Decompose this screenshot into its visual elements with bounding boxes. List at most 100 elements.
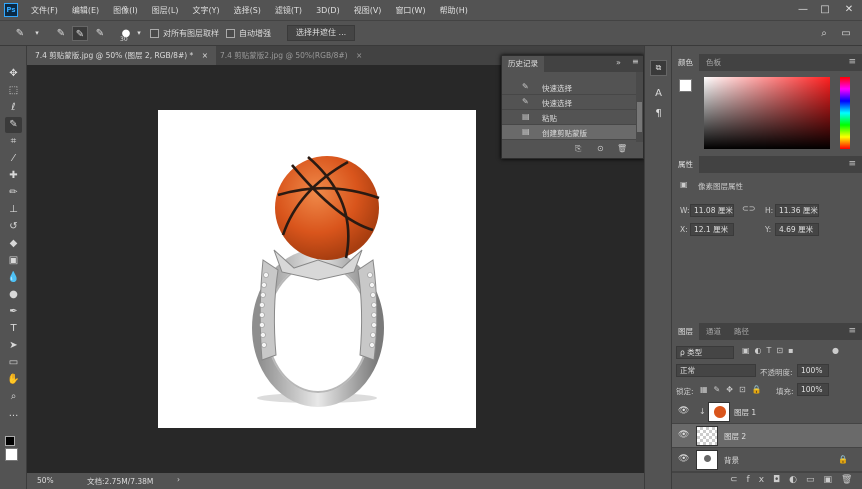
menu-help[interactable]: 帮助(H) [433, 5, 475, 16]
fill-field[interactable]: 100% [797, 383, 829, 396]
x-field[interactable]: 12.1 厘米 [690, 223, 734, 236]
snapshot-camera-icon[interactable]: ⊙ [597, 144, 604, 153]
menu-file[interactable]: 文件(F) [24, 5, 65, 16]
lock-icons[interactable]: ▦✎✥⊡🔒 [700, 385, 768, 394]
panel-menu-icon[interactable]: ≡ [848, 156, 856, 173]
paragraph-panel-icon[interactable]: ¶ [650, 108, 667, 124]
tab-document-2[interactable]: 7.4 剪贴蒙版2.jpg @ 50%(RGB/8#) × [212, 46, 370, 65]
menu-layer[interactable]: 图层(L) [145, 5, 186, 16]
blur-tool-icon[interactable]: 💧 [5, 270, 22, 286]
zoom-tool-icon[interactable]: ⌕ [5, 389, 22, 405]
menu-image[interactable]: 图像(I) [106, 5, 145, 16]
width-field[interactable]: 11.08 厘米 [690, 204, 734, 217]
filter-toggle-icon[interactable]: ● [832, 346, 839, 355]
tab-color[interactable]: 颜色 [672, 54, 699, 71]
foreground-color-swatch[interactable] [679, 79, 692, 92]
gradient-tool-icon[interactable]: ▣ [5, 253, 22, 269]
dodge-tool-icon[interactable]: ● [5, 287, 22, 303]
marquee-tool-icon[interactable]: ⬚ [5, 83, 22, 99]
layer-row[interactable]: 👁 ↓ 图层 1 [672, 400, 862, 424]
eyedropper-tool-icon[interactable]: ⁄ [5, 151, 22, 167]
history-panel-title[interactable]: 历史记录 [502, 56, 544, 72]
maximize-button[interactable]: □ [814, 0, 836, 20]
visibility-eye-icon[interactable]: 👁 [678, 454, 689, 464]
hue-slider[interactable] [840, 77, 850, 149]
history-item[interactable]: ✎ 快速选择 [502, 80, 636, 95]
panel-menu-icon[interactable]: ≡ [848, 323, 856, 340]
brush-size-dropdown-icon[interactable]: ▾ [131, 26, 147, 41]
eraser-tool-icon[interactable]: ◆ [5, 236, 22, 252]
filter-icons[interactable]: ▣◐T⊡▪ [742, 346, 799, 355]
type-tool-icon[interactable]: T [5, 321, 22, 337]
move-tool-icon[interactable]: ✥ [5, 66, 22, 82]
menu-type[interactable]: 文字(Y) [185, 5, 226, 16]
more-tools-icon[interactable]: ··· [5, 409, 22, 425]
tab-close-icon[interactable]: × [202, 51, 208, 60]
layer-row[interactable]: 👁 图层 2 [672, 424, 862, 448]
add-to-selection-icon[interactable]: ✎ [72, 26, 88, 41]
history-scrollbar[interactable] [636, 72, 643, 142]
sample-all-layers-checkbox[interactable] [150, 29, 159, 38]
layer-row[interactable]: 👁 背景 🔒 [672, 448, 862, 472]
collapse-panel-icon[interactable]: » [616, 58, 621, 67]
close-button[interactable]: ✕ [838, 0, 860, 20]
color-picker-field[interactable] [704, 77, 830, 149]
layer-filter-dropdown[interactable]: ρ 类型 [676, 346, 734, 359]
tab-properties[interactable]: 属性 [672, 156, 699, 173]
character-panel-icon[interactable]: A [650, 88, 667, 104]
opacity-field[interactable]: 100% [797, 364, 829, 377]
pen-tool-icon[interactable]: ✒ [5, 304, 22, 320]
minimize-button[interactable]: — [792, 0, 814, 20]
panel-menu-icon[interactable]: ≡ [848, 54, 856, 71]
menu-window[interactable]: 窗口(W) [388, 5, 432, 16]
lasso-tool-icon[interactable]: ℓ [5, 100, 22, 116]
tab-close-icon[interactable]: × [356, 51, 362, 60]
tab-swatches[interactable]: 色板 [700, 54, 727, 71]
height-field[interactable]: 11.36 厘米 [775, 204, 819, 217]
subtract-from-selection-icon[interactable]: ✎ [92, 26, 108, 41]
rectangle-tool-icon[interactable]: ▭ [5, 355, 22, 371]
history-brush-tool-icon[interactable]: ↺ [5, 219, 22, 235]
foreground-color-swatch[interactable] [5, 448, 18, 461]
workspace-icon[interactable]: ▭ [838, 26, 854, 41]
brush-tool-icon[interactable]: ✏ [5, 185, 22, 201]
clone-stamp-tool-icon[interactable]: ⊥ [5, 202, 22, 218]
panel-menu-icon[interactable]: ≡ [632, 57, 639, 66]
new-selection-icon[interactable]: ✎ [53, 26, 69, 41]
preset-dropdown-icon[interactable]: ▾ [29, 26, 45, 41]
menu-view[interactable]: 视图(V) [347, 5, 389, 16]
path-selection-tool-icon[interactable]: ➤ [5, 338, 22, 354]
tab-paths[interactable]: 路径 [728, 323, 755, 340]
new-document-from-state-icon[interactable]: ⎘ [575, 144, 581, 154]
quick-selection-preset-icon[interactable]: ✎ [12, 26, 28, 41]
menu-edit[interactable]: 编辑(E) [65, 5, 106, 16]
tab-channels[interactable]: 通道 [700, 323, 727, 340]
layers-footer-icons[interactable]: ⊂fx◘◐▭▣🗑 [730, 475, 861, 485]
auto-enhance-checkbox[interactable] [226, 29, 235, 38]
link-icon[interactable]: ⊂⊃ [742, 204, 755, 213]
search-icon[interactable]: ⌕ [816, 26, 832, 41]
history-item[interactable]: ▤ 创建剪贴蒙版 [502, 125, 636, 140]
trash-icon[interactable]: 🗑 [617, 144, 627, 153]
tab-document-1[interactable]: 7.4 剪贴蒙版.jpg @ 50% (图层 2, RGB/8#) * × [27, 46, 216, 65]
visibility-eye-icon[interactable]: 👁 [678, 430, 689, 440]
quick-selection-tool-icon[interactable]: ✎ [5, 117, 22, 133]
history-item[interactable]: ✎ 快速选择 [502, 95, 636, 110]
tab-layers[interactable]: 图层 [672, 323, 699, 340]
menu-filter[interactable]: 滤镜(T) [268, 5, 309, 16]
hand-tool-icon[interactable]: ✋ [5, 372, 22, 388]
menu-select[interactable]: 选择(S) [227, 5, 268, 16]
blend-mode-dropdown[interactable]: 正常 [676, 364, 756, 377]
history-dock-icon[interactable]: ⧉ [650, 60, 667, 76]
crop-tool-icon[interactable]: ⌗ [5, 134, 22, 150]
zoom-level[interactable]: 50% [37, 476, 54, 485]
y-field[interactable]: 4.69 厘米 [775, 223, 819, 236]
select-and-mask-button[interactable]: 选择并遮住 ... [287, 25, 356, 41]
default-colors-icon[interactable] [5, 436, 15, 446]
history-item[interactable]: ▤ 粘贴 [502, 110, 636, 125]
healing-brush-tool-icon[interactable]: ✚ [5, 168, 22, 184]
document-canvas[interactable] [158, 110, 476, 428]
menu-3d[interactable]: 3D(D) [309, 6, 347, 15]
visibility-eye-icon[interactable]: 👁 [678, 406, 689, 416]
status-arrow-icon[interactable]: › [177, 475, 180, 484]
